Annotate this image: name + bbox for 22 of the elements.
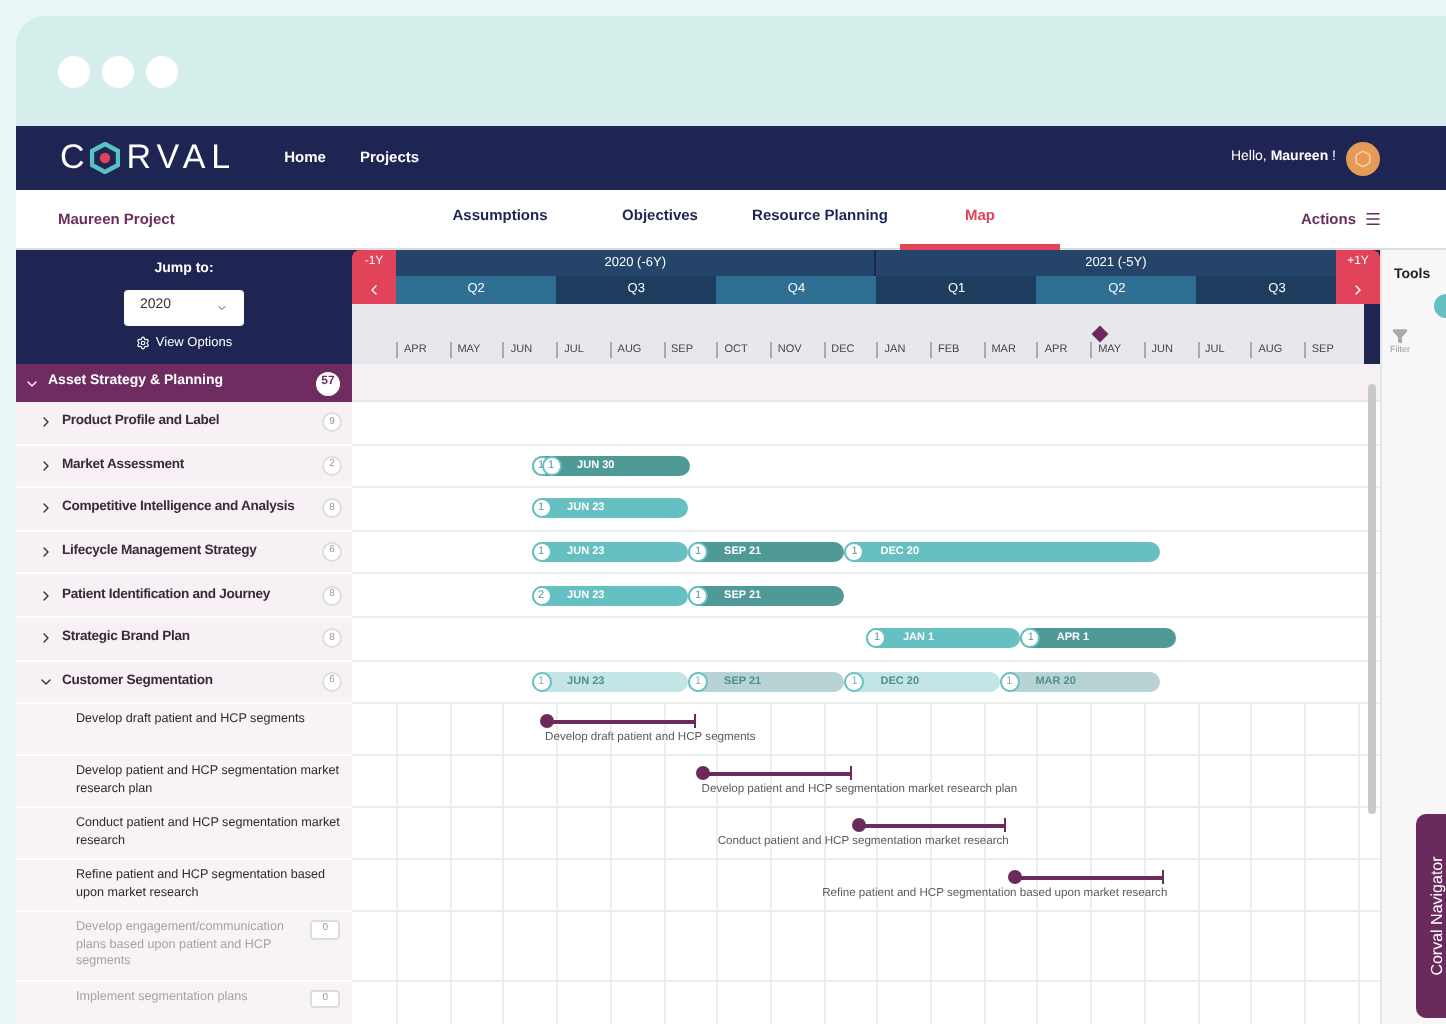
navigator-tab[interactable]: Corval Navigator [1416, 814, 1446, 1018]
task-timeline-bar[interactable] [1008, 870, 1165, 885]
chevron-right-icon [1350, 282, 1366, 298]
avatar-icon[interactable] [1346, 141, 1380, 175]
task-timeline-bar[interactable] [540, 714, 696, 729]
caret-icon [216, 301, 228, 313]
chevron-right-icon[interactable] [38, 544, 54, 561]
logo-text: RVAL [126, 136, 237, 181]
chevron-right-icon[interactable] [38, 414, 54, 431]
task-timeline-bar[interactable] [696, 766, 853, 781]
chevron-right-icon[interactable] [38, 587, 54, 604]
hexagon-logo-icon [90, 142, 121, 174]
menu-icon [1364, 210, 1382, 228]
chevron-left-icon [366, 282, 382, 298]
today-marker [1090, 325, 1108, 343]
chevron-right-icon[interactable] [38, 630, 54, 647]
scrollbar[interactable] [1368, 384, 1376, 814]
logo-text: C [60, 136, 91, 181]
gear-icon [135, 335, 150, 350]
chevron-right-icon[interactable] [38, 457, 54, 474]
task-timeline-bar[interactable] [851, 818, 1006, 833]
chevron-right-icon[interactable] [38, 500, 54, 517]
